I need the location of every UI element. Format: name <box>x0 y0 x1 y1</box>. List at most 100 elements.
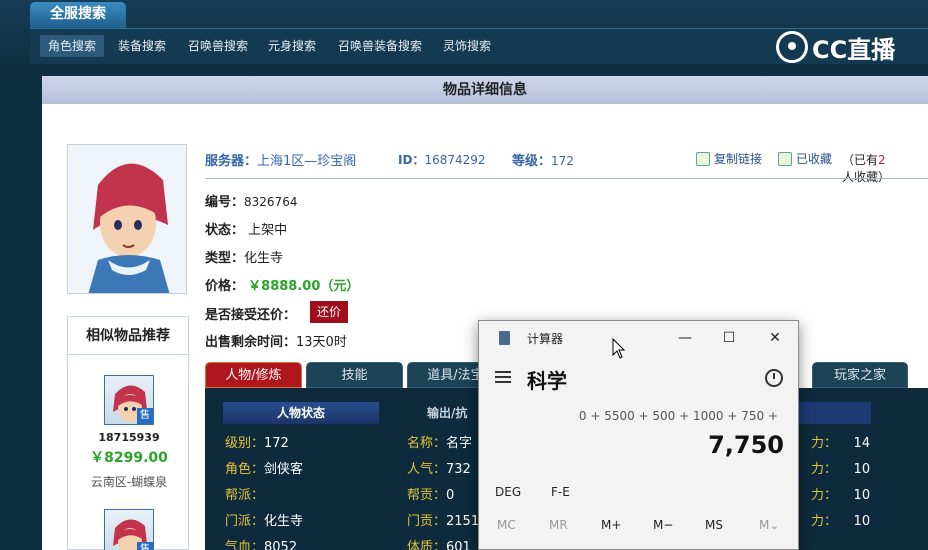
minimize-button[interactable]: — <box>667 325 703 351</box>
calculator-titlebar[interactable]: 计算器 — ☐ ✕ <box>479 321 798 355</box>
calculator-expression: 0 + 5500 + 500 + 1000 + 750 + <box>578 409 778 423</box>
stat-popularity-value: 732 <box>446 462 471 477</box>
similar-item-thumbnail-2[interactable]: 售 <box>104 509 154 550</box>
collect-note-pre: （已有 <box>842 153 879 167</box>
copy-link-icon <box>696 151 710 166</box>
calculator-result: 7,750 <box>708 431 784 459</box>
status-value: 上架中 <box>248 223 288 238</box>
nav-pet-search[interactable]: 召唤兽搜索 <box>180 35 256 57</box>
type-value: 化生寺 <box>244 251 284 266</box>
ms-button[interactable]: MS <box>705 518 723 532</box>
copy-link-label: 复制链接 <box>714 152 763 166</box>
mouse-cursor-icon <box>612 338 626 359</box>
stat-role-value: 剑侠客 <box>264 462 304 477</box>
stat-hp-value: 8052 <box>264 540 298 550</box>
id-value: 16874292 <box>424 153 486 167</box>
stat-hp-key: 气血： <box>225 540 265 550</box>
stat-constitution: 体质：601 <box>407 536 471 550</box>
calculator-title: 计算器 <box>527 332 564 346</box>
m-minus-button[interactable]: M− <box>653 518 673 532</box>
similar-item-price: ￥8299.00 <box>90 450 168 466</box>
level-label: 等级： <box>512 154 552 169</box>
stat-sect-value: 化生寺 <box>264 514 304 529</box>
stat-popularity: 人气：732 <box>407 458 471 477</box>
stat-right-4-value: 10 <box>853 514 871 529</box>
menu-icon[interactable] <box>495 371 511 383</box>
bargain-row: 是否接受还价： <box>205 304 296 323</box>
remaining-label: 出售剩余时间： <box>205 335 297 350</box>
copy-link-button[interactable]: 复制链接 <box>696 150 762 167</box>
stat-sect-key: 门派： <box>225 514 265 529</box>
top-nav-bar: 全服搜索 角色搜索 装备搜索 召唤兽搜索 元身搜索 召唤兽装备搜索 灵饰搜索 C… <box>0 0 928 72</box>
stat-right-2-key: 力： <box>811 462 838 477</box>
mr-button[interactable]: MR <box>549 518 568 532</box>
stat-right-3-key: 力： <box>811 488 838 503</box>
history-icon[interactable] <box>765 369 783 387</box>
stat-role-key: 角色： <box>225 462 265 477</box>
stat-guild-key: 帮派： <box>225 488 265 503</box>
close-button[interactable]: ✕ <box>757 325 793 351</box>
stat-right-3: 力： 10 <box>811 484 870 503</box>
status-row: 状态： 上架中 <box>205 219 287 238</box>
stat-guild: 帮派： <box>225 484 264 503</box>
collect-icon <box>778 151 792 166</box>
cc-live-logo: CC直播 <box>776 30 895 64</box>
stat-hp: 气血：8052 <box>225 536 297 550</box>
stat-level: 级别：172 <box>225 432 289 451</box>
type-label: 类型： <box>205 251 245 266</box>
similar-items-box: 相似物品推荐 售 18715939 ￥8299.00 云南区-蝴蝶泉 售 <box>67 316 189 550</box>
stat-popularity-key: 人气： <box>407 462 447 477</box>
number-row: 编号：8326764 <box>205 191 297 210</box>
nav-pet-equipment-search[interactable]: 召唤兽装备搜索 <box>330 35 430 57</box>
nav-ornament-search[interactable]: 灵饰搜索 <box>435 35 499 57</box>
id-info: ID：16874292 <box>398 151 486 168</box>
remaining-row: 出售剩余时间：13天0时 <box>205 331 347 350</box>
character-portrait <box>67 144 187 294</box>
maximize-button[interactable]: ☐ <box>711 325 747 351</box>
level-info: 等级：172 <box>512 150 574 169</box>
panel-title: 物品详细信息 <box>42 76 928 104</box>
memory-list-button[interactable]: M⌄ <box>759 518 779 532</box>
collect-count: （已有2 人收藏） <box>842 151 928 185</box>
for-sale-badge: 售 <box>137 408 153 424</box>
nav-avatar-search[interactable]: 元身搜索 <box>260 35 324 57</box>
fe-button[interactable]: F-E <box>551 485 570 499</box>
similar-item-server: 云南区-蝴蝶泉 <box>90 475 168 489</box>
collect-note-post: 人收藏） <box>842 170 891 184</box>
stats-header-status: 人物状态 <box>223 402 379 424</box>
stat-right-4-key: 力： <box>811 514 838 529</box>
stat-guild-contribution-key: 帮贡： <box>407 488 447 503</box>
deg-button[interactable]: DEG <box>495 485 521 499</box>
stat-guild-contribution: 帮贡：0 <box>407 484 454 503</box>
stat-sect-contribution-value: 2151 <box>446 514 480 529</box>
stat-right-1-key: 力： <box>811 436 838 451</box>
stat-sect: 门派：化生寺 <box>225 510 303 529</box>
tab-player-home[interactable]: 玩家之家 <box>812 362 908 388</box>
server-label: 服务器： <box>205 154 258 169</box>
stat-sect-contribution: 门贡：2151 <box>407 510 479 529</box>
tab-skills[interactable]: 技能 <box>306 362 403 388</box>
bargain-button[interactable]: 还价 <box>310 301 348 323</box>
nav-role-search[interactable]: 角色搜索 <box>40 35 105 57</box>
id-label: ID： <box>398 153 425 167</box>
nav-equipment-search[interactable]: 装备搜索 <box>110 35 174 57</box>
price-row: 价格： ￥8888.00（元） <box>205 275 359 294</box>
stat-guild-contribution-value: 0 <box>446 488 455 503</box>
for-sale-badge-2: 售 <box>137 542 153 550</box>
calculator-mode: 科学 <box>527 369 567 393</box>
stat-right-3-value: 10 <box>853 488 871 503</box>
price-value: ￥8888.00（元） <box>248 279 360 294</box>
collect-button[interactable]: 已收藏 <box>778 150 832 167</box>
calculator-window: 计算器 — ☐ ✕ 科学 0 + 5500 + 500 + 1000 + 750… <box>478 320 799 550</box>
tab-global-search[interactable]: 全服搜索 <box>30 2 126 28</box>
mc-button[interactable]: MC <box>497 518 516 532</box>
calculator-app-icon <box>499 331 510 345</box>
m-plus-button[interactable]: M+ <box>601 518 621 532</box>
similar-item-id: 18715939 <box>98 431 160 444</box>
stat-level-key: 级别： <box>225 436 265 451</box>
stat-name: 名称：名字 <box>407 432 472 451</box>
similar-item-thumbnail[interactable]: 售 <box>104 375 154 425</box>
tab-character[interactable]: 人物/修炼 <box>205 362 302 388</box>
stat-right-2: 力： 10 <box>811 458 870 477</box>
server-value: 上海1区—珍宝阁 <box>257 154 357 169</box>
